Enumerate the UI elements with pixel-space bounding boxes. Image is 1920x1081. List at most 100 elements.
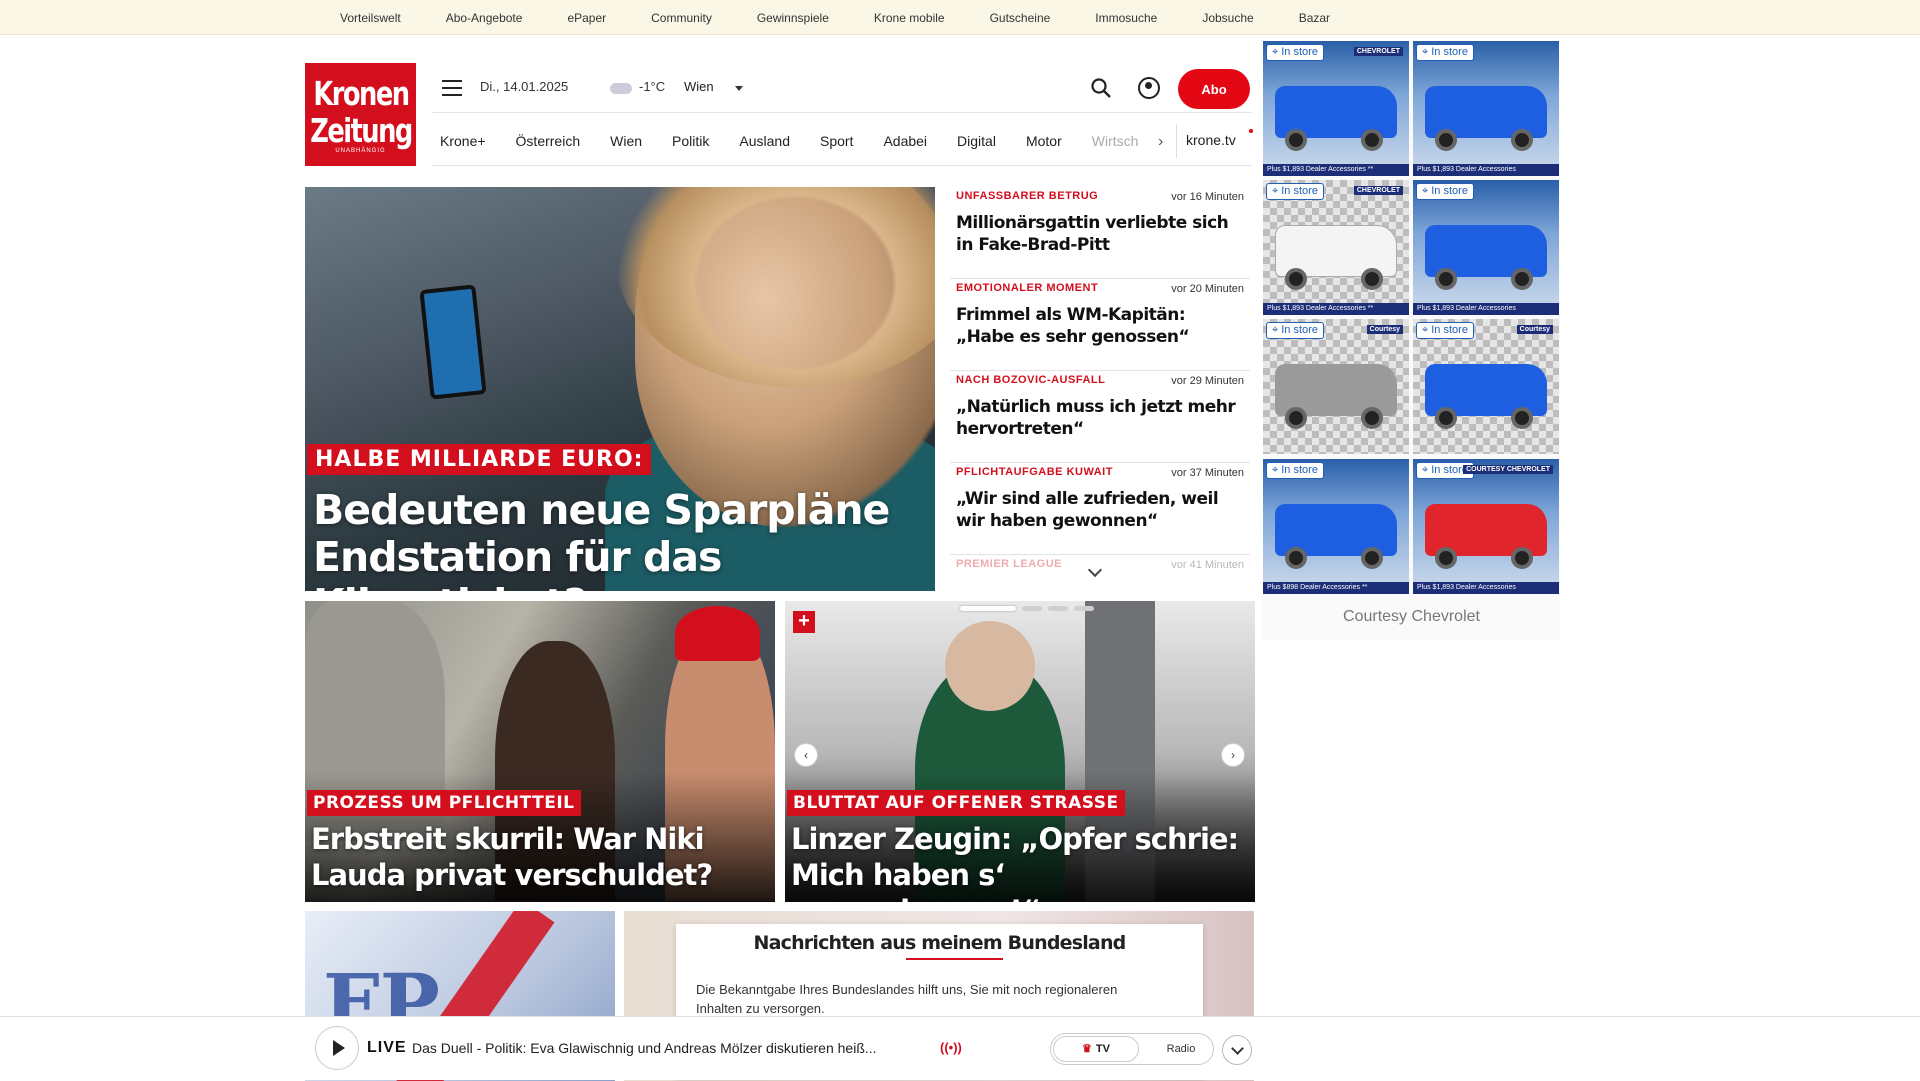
nav-item[interactable]: Sport bbox=[820, 133, 853, 149]
carousel-dot[interactable] bbox=[1074, 606, 1094, 611]
ad-price-footer: Plus $898 Dealer Accessories ** bbox=[1263, 582, 1409, 594]
ad-brand-label: COURTESY CHEVROLET bbox=[1463, 465, 1553, 474]
ad-credit: Courtesy Chevrolet bbox=[1343, 608, 1480, 625]
ticker-item[interactable]: UNFASSBARER BETRUG vor 16 Minuten Millionä… bbox=[950, 187, 1250, 279]
card-headline[interactable]: Linzer Zeugin: „Opfer schrie: Mich haben… bbox=[791, 821, 1255, 902]
tv-toggle[interactable]: ♛ TV bbox=[1053, 1036, 1139, 1062]
service-link[interactable]: Gewinnspiele bbox=[757, 11, 829, 25]
ticker-title[interactable]: Frimmel als WM-Kapitän: „Habe es sehr ge… bbox=[956, 304, 1244, 348]
nav-item[interactable]: Krone+ bbox=[440, 133, 486, 149]
card-headline[interactable]: Erbstreit skurril: War Niki Lauda privat… bbox=[311, 821, 775, 893]
carousel-dot[interactable] bbox=[960, 606, 1016, 611]
service-link[interactable]: Abo-Angebote bbox=[446, 11, 523, 25]
ticker-time: vor 20 Minuten bbox=[1171, 283, 1244, 295]
radio-toggle[interactable]: Radio bbox=[1151, 1036, 1211, 1062]
ad-price-footer: Plus $1,893 Dealer Accessories ** bbox=[1263, 164, 1409, 176]
region-prompt-description: Die Bekanntgabe Ihres Bundeslandes hilft… bbox=[696, 982, 1118, 1016]
nav-item[interactable]: Wirtsch bbox=[1092, 133, 1139, 149]
ticker-title[interactable]: „Wir sind alle zufrieden, weil wir haben… bbox=[956, 488, 1244, 532]
tv-radio-switch[interactable]: ♛ TV Radio bbox=[1050, 1033, 1214, 1065]
service-link[interactable]: ePaper bbox=[567, 11, 606, 25]
krone-plus-badge-icon: + bbox=[793, 611, 815, 633]
service-link[interactable]: Community bbox=[651, 11, 712, 25]
crown-icon: ♛ bbox=[1082, 1043, 1092, 1055]
card-image-shape bbox=[945, 621, 1035, 711]
abo-button[interactable]: Abo bbox=[1178, 69, 1250, 109]
ad-brand-label: CHEVROLET bbox=[1353, 47, 1403, 56]
advertisement-chevrolet[interactable]: ▷✕ Courtesy Chevrolet ⌖ In storeCHEVROLE… bbox=[1263, 41, 1560, 640]
card-kicker: BLUTTAT AUF OFFENER STRASSE bbox=[787, 790, 1125, 816]
service-link[interactable]: Krone mobile bbox=[874, 11, 945, 25]
chevron-down-icon[interactable] bbox=[735, 86, 743, 91]
expand-player-button[interactable] bbox=[1222, 1035, 1252, 1065]
wheel-shape bbox=[1285, 129, 1307, 151]
top-service-bar: Vorteilswelt Abo-Angebote ePaper Community G… bbox=[0, 0, 1920, 35]
nav-item[interactable]: Motor bbox=[1026, 133, 1062, 149]
nav-item[interactable]: Digital bbox=[957, 133, 996, 149]
ticker-item[interactable]: PFLICHTAUFGABE KUWAIT vor 37 Minuten „Wir … bbox=[950, 463, 1250, 555]
live-label: LIVE bbox=[367, 1039, 407, 1056]
article-card-linz[interactable]: + ‹ › BLUTTAT AUF OFFENER STRASSE Linzer… bbox=[785, 601, 1255, 902]
service-link[interactable]: Bazar bbox=[1299, 11, 1330, 25]
nav-item-krone-tv[interactable]: krone.tv bbox=[1186, 132, 1236, 148]
ad-price-footer: Plus $1,893 Dealer Accessories bbox=[1413, 582, 1559, 594]
carousel-dot[interactable] bbox=[1022, 606, 1042, 611]
ticker-time: vor 16 Minuten bbox=[1171, 191, 1244, 203]
nav-item[interactable]: Wien bbox=[610, 133, 642, 149]
ticker-item[interactable]: NACH BOZOVIC-AUSFALL vor 29 Minuten „Natür… bbox=[950, 371, 1250, 463]
nav-item[interactable]: Politik bbox=[672, 133, 709, 149]
hero-headline[interactable]: Bedeuten neue Sparpläne Endstation für d… bbox=[313, 487, 933, 592]
main-navigation: Krone+ Österreich Wien Politik Ausland Sport A… bbox=[432, 124, 1253, 166]
carousel-dot[interactable] bbox=[1048, 606, 1068, 611]
ad-brand-label: CHEVROLET bbox=[1353, 186, 1403, 195]
ad-vehicle-tile[interactable]: ⌖ In store COURTESY CHEVROLET Plus $1,893 … bbox=[1413, 459, 1559, 594]
card-kicker: PROZESS UM PFLICHTTEIL bbox=[307, 790, 581, 816]
hero-article[interactable]: HALBE MILLIARDE EURO: Bedeuten neue Spar… bbox=[305, 187, 935, 591]
nav-item[interactable]: Ausland bbox=[739, 133, 790, 149]
service-link[interactable]: Jobsuche bbox=[1202, 11, 1253, 25]
chevron-right-icon[interactable]: › bbox=[1158, 133, 1163, 151]
city-selector[interactable]: Wien bbox=[684, 79, 714, 94]
ad-vehicle-tile[interactable]: ⌖ In store Plus $1,893 Dealer Accessories bbox=[1413, 41, 1559, 176]
ad-vehicle-tile[interactable]: ⌖ In store Plus $898 Dealer Accessories *… bbox=[1263, 459, 1409, 594]
in-store-badge: ⌖ In store bbox=[1266, 322, 1324, 339]
service-link[interactable]: Vorteilswelt bbox=[340, 11, 401, 25]
in-store-badge: ⌖ In store bbox=[1266, 462, 1324, 479]
in-store-badge: ⌖ In store bbox=[1266, 44, 1324, 61]
ticker-title[interactable]: „Natürlich muss ich jetzt mehr hervortre… bbox=[956, 396, 1244, 440]
tv-label: TV bbox=[1095, 1043, 1110, 1055]
temperature: -1°C bbox=[639, 79, 666, 94]
carousel-prev-button[interactable]: ‹ bbox=[794, 743, 818, 767]
wheel-shape bbox=[1285, 407, 1307, 429]
hero-image-shape bbox=[419, 284, 487, 400]
play-button[interactable] bbox=[315, 1026, 359, 1070]
nav-item[interactable]: Adabei bbox=[883, 133, 927, 149]
service-link[interactable]: Immosuche bbox=[1095, 11, 1157, 25]
ad-vehicle-tile[interactable]: ⌖ In store CHEVROLET Plus $1,893 Dealer Ac… bbox=[1263, 41, 1409, 176]
ad-vehicle-tile[interactable]: ⌖ In store Plus $1,893 Dealer Accessories bbox=[1413, 180, 1559, 315]
wheel-shape bbox=[1361, 268, 1383, 290]
broadcast-icon: ((•)) bbox=[940, 1040, 962, 1055]
ad-vehicle-tile[interactable]: ⌖ In store CHEVROLET Plus $1,893 Dealer Ac… bbox=[1263, 180, 1409, 315]
wheel-shape bbox=[1285, 268, 1307, 290]
carousel-pagination[interactable] bbox=[960, 606, 1094, 611]
ad-vehicle-tile[interactable]: ⌖ In store Courtesy bbox=[1263, 319, 1409, 454]
ticker-item[interactable]: EMOTIONALER MOMENT vor 20 Minuten Frimmel … bbox=[950, 279, 1250, 371]
kronen-zeitung-logo[interactable]: Kronen Zeitung UNABHÄNGIG bbox=[305, 63, 416, 166]
live-stream-title[interactable]: Das Duell - Politik: Eva Glawischnig und… bbox=[412, 1040, 877, 1056]
user-account-icon[interactable] bbox=[1138, 77, 1160, 99]
live-player-bar: LIVE Das Duell - Politik: Eva Glawischni… bbox=[0, 1016, 1920, 1080]
ad-vehicle-tile[interactable]: ⌖ In store Courtesy bbox=[1413, 319, 1559, 454]
hero-kicker: HALBE MILLIARDE EURO: bbox=[307, 444, 652, 475]
search-icon[interactable] bbox=[1090, 77, 1112, 99]
in-store-badge: ⌖ In store bbox=[1416, 322, 1474, 339]
hamburger-menu-icon[interactable] bbox=[442, 80, 462, 96]
article-card-lauda[interactable]: PROZESS UM PFLICHTTEIL Erbstreit skurril… bbox=[305, 601, 775, 902]
nav-item[interactable]: Österreich bbox=[516, 133, 581, 149]
service-link[interactable]: Gutscheine bbox=[990, 11, 1051, 25]
region-prompt-title: Nachrichten aus meinem Bundesland bbox=[753, 932, 1127, 954]
wheel-shape bbox=[1285, 547, 1307, 569]
ticker-title[interactable]: Millionärsgattin verliebte sich in Fake-… bbox=[956, 212, 1244, 256]
carousel-next-button[interactable]: › bbox=[1221, 743, 1245, 767]
header-bar: Di., 14.01.2025 -1°C Wien Abo bbox=[432, 63, 1252, 113]
